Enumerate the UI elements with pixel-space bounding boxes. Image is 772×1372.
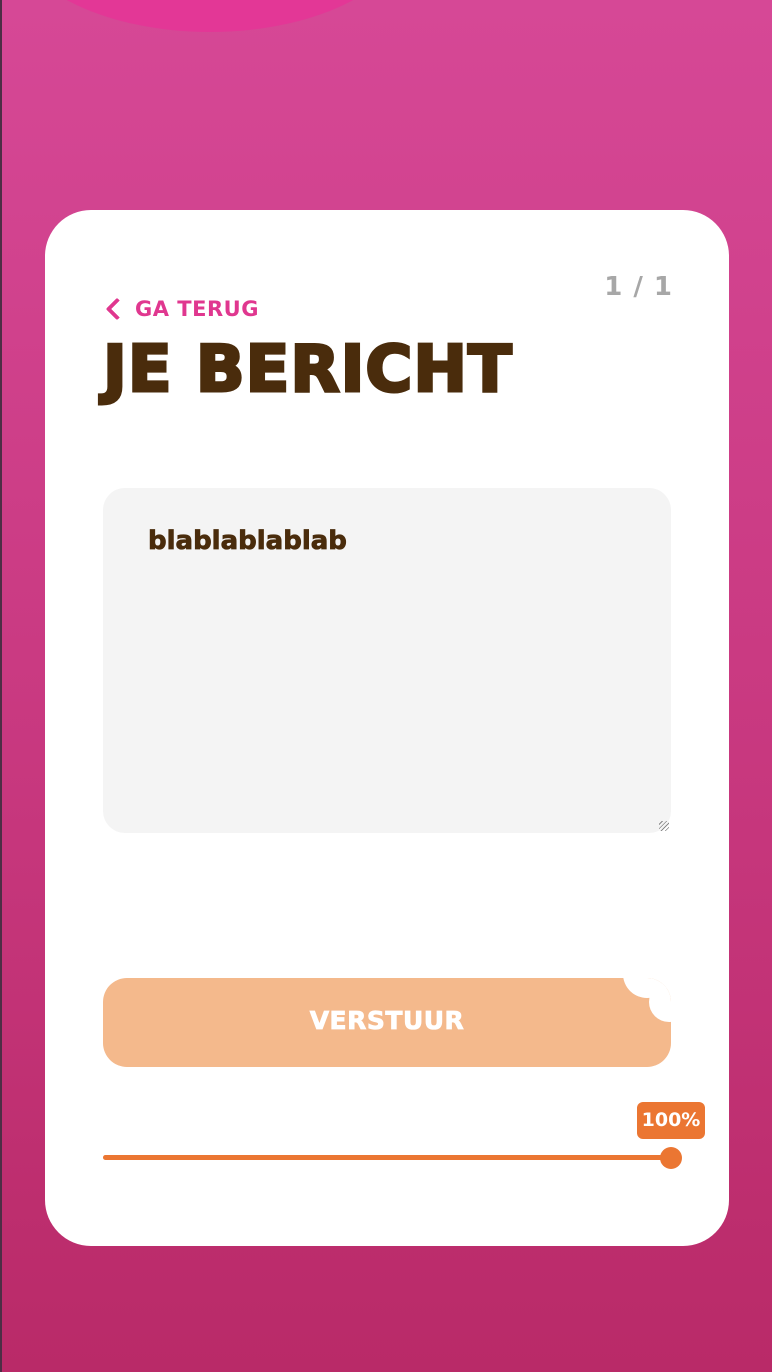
progress-percent-badge: 100% — [637, 1102, 705, 1139]
progress-thumb[interactable] — [660, 1147, 682, 1169]
resize-handle[interactable] — [659, 821, 669, 831]
message-text: blablablablab — [148, 526, 348, 557]
page-indicator: 1 / 1 — [604, 272, 673, 302]
page-title: JE BERICHT — [102, 332, 514, 409]
progress-slider[interactable] — [103, 1147, 682, 1169]
message-card: 1 / 1 GA TERUG JE BERICHT blablablablab … — [45, 210, 729, 1246]
back-link-label: GA TERUG — [135, 297, 259, 321]
send-button-label: VERSTUUR — [309, 1006, 465, 1036]
progress-fill — [103, 1155, 671, 1160]
left-edge-strip — [0, 0, 2, 1372]
message-textarea[interactable]: blablablablab — [103, 488, 671, 833]
decorative-blob — [10, 0, 410, 32]
back-link[interactable]: GA TERUG — [103, 294, 259, 324]
send-button[interactable]: VERSTUUR — [103, 978, 671, 1067]
chevron-left-icon — [105, 297, 129, 321]
